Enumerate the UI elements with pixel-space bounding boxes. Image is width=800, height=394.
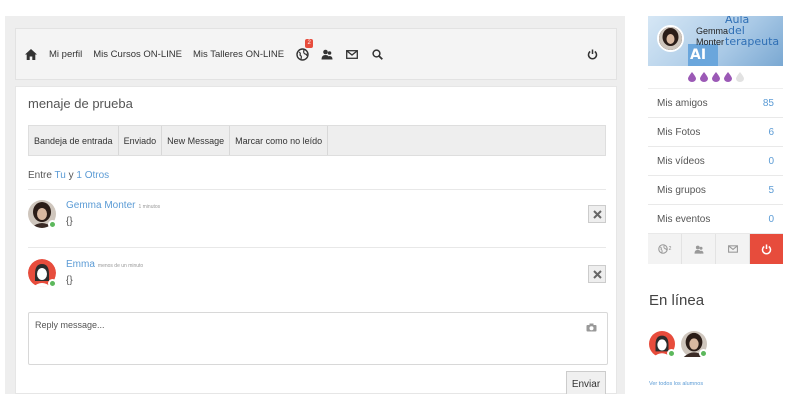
participants-prefix: Entre: [28, 170, 52, 181]
reply-placeholder: Reply message...: [35, 320, 105, 330]
sidebar-notifications-button[interactable]: 2: [648, 234, 682, 264]
drop-icon: [687, 72, 696, 82]
participants-and: y: [68, 170, 74, 181]
tab-inbox[interactable]: Bandeja de entrada: [29, 126, 119, 155]
participants-line: Entre Tu y 1 Otros: [28, 170, 109, 181]
search-icon: [370, 47, 384, 61]
message-author[interactable]: Emma menos de un minuto: [66, 259, 143, 270]
stat-photos[interactable]: Mis Fotos 6: [648, 118, 783, 147]
sidebar-logout-button[interactable]: [750, 234, 783, 264]
profile-first-name: Gemma: [696, 26, 729, 36]
profile-avatar[interactable]: [657, 25, 684, 52]
sidebar-actions: 2: [648, 234, 783, 264]
message-time: menos de un minuto: [97, 263, 144, 269]
drop-empty-icon: [735, 72, 744, 82]
profile-cover: AI Aula del terapeuta Gemma Monter: [648, 16, 783, 66]
nav-mis-talleres[interactable]: Mis Talleres ON-LINE: [193, 49, 284, 60]
notifications-link[interactable]: 2: [295, 39, 314, 61]
globe-icon: 2: [295, 39, 314, 61]
tab-sent[interactable]: Enviado: [119, 126, 163, 155]
camera-icon[interactable]: [586, 323, 597, 335]
message-body: {}: [66, 216, 73, 227]
delete-message-button[interactable]: [588, 265, 606, 283]
close-icon: [592, 269, 602, 279]
logout-button[interactable]: [585, 47, 599, 61]
message-item: Gemma Monter 1 minutos {}: [28, 200, 606, 250]
author-name: Emma: [66, 259, 95, 270]
stat-label: Mis grupos: [657, 184, 706, 196]
message-body: {}: [66, 275, 73, 286]
power-icon: [761, 244, 772, 254]
view-all-students-link[interactable]: Ver todos los alumnos: [649, 381, 703, 387]
participant-others-link[interactable]: 1 Otros: [76, 170, 109, 181]
sidebar-friends-button[interactable]: [682, 234, 716, 264]
logo-line: terapeuta: [725, 35, 780, 48]
message-panel: menaje de prueba Bandeja de entrada Envi…: [15, 86, 617, 394]
drop-icon: [723, 72, 732, 82]
profile-name[interactable]: Gemma Monter: [696, 26, 728, 48]
online-users: [649, 331, 708, 358]
online-status-dot: [48, 279, 57, 288]
nav-mi-perfil[interactable]: Mi perfil: [49, 49, 82, 60]
send-button[interactable]: Enviar: [566, 371, 606, 394]
sidebar-messages-button[interactable]: [716, 234, 750, 264]
author-name: Gemma Monter: [66, 200, 136, 211]
globe-icon: [657, 244, 668, 254]
stat-label: Mis vídeos: [657, 155, 705, 167]
drop-icon: [711, 72, 720, 82]
nav-mis-cursos[interactable]: Mis Cursos ON-LINE: [93, 49, 182, 60]
users-icon: [320, 47, 334, 61]
power-icon: [585, 47, 599, 61]
delete-message-button[interactable]: [588, 205, 606, 223]
profile-last-name: Monter: [696, 37, 725, 47]
stat-groups[interactable]: Mis grupos 5: [648, 176, 783, 205]
stat-videos[interactable]: Mis vídeos 0: [648, 147, 783, 176]
profile-sidebar: AI Aula del terapeuta Gemma Monter Mis a…: [648, 16, 783, 264]
tab-mark-unread[interactable]: Marcar como no leído: [230, 126, 329, 155]
notification-count: 2: [668, 246, 672, 252]
users-icon: [694, 245, 703, 254]
divider: [28, 247, 606, 248]
stat-value: 0: [768, 155, 774, 167]
tab-new-message[interactable]: New Message: [162, 126, 231, 155]
stat-value: 0: [768, 213, 774, 225]
messages-link[interactable]: [345, 47, 359, 61]
drop-icon: [699, 72, 708, 82]
envelope-icon: [345, 47, 359, 61]
message-author[interactable]: Gemma Monter 1 minutos: [66, 200, 160, 211]
message-tabs: Bandeja de entrada Enviado New Message M…: [28, 125, 606, 156]
online-section-title: En línea: [649, 292, 705, 309]
stat-label: Mis eventos: [657, 213, 711, 225]
stat-value: 85: [762, 97, 774, 109]
top-navbar: Mi perfil Mis Cursos ON-LINE Mis Tallere…: [15, 28, 617, 80]
participant-you-link[interactable]: Tu: [55, 170, 66, 181]
stat-value: 6: [768, 126, 774, 138]
close-icon: [592, 209, 602, 219]
envelope-icon: [727, 245, 738, 253]
stat-label: Mis amigos: [657, 97, 708, 109]
message-time: 1 minutos: [138, 204, 161, 210]
message-item: Emma menos de un minuto {}: [28, 259, 606, 309]
profile-stats: Mis amigos 85 Mis Fotos 6 Mis vídeos 0 Mis …: [648, 88, 783, 234]
stat-friends[interactable]: Mis amigos 85: [648, 89, 783, 118]
search-link[interactable]: [370, 47, 384, 61]
stat-label: Mis Fotos: [657, 126, 701, 138]
site-logo: Aula del terapeuta: [725, 16, 783, 47]
message-subject: menaje de prueba: [28, 96, 133, 111]
online-status-dot: [667, 349, 676, 358]
online-user-avatar[interactable]: [681, 331, 708, 358]
reply-textarea[interactable]: Reply message...: [28, 312, 608, 365]
friends-link[interactable]: [320, 47, 334, 61]
online-status-dot: [699, 349, 708, 358]
main-column: Mi perfil Mis Cursos ON-LINE Mis Tallere…: [5, 16, 625, 394]
home-link[interactable]: [24, 47, 38, 61]
notification-badge: 2: [305, 39, 314, 48]
divider: [28, 189, 606, 190]
home-icon: [24, 47, 38, 61]
online-status-dot: [48, 220, 57, 229]
level-drops: [648, 66, 783, 88]
online-user-avatar[interactable]: [649, 331, 676, 358]
stat-events[interactable]: Mis eventos 0: [648, 205, 783, 234]
stat-value: 5: [768, 184, 774, 196]
